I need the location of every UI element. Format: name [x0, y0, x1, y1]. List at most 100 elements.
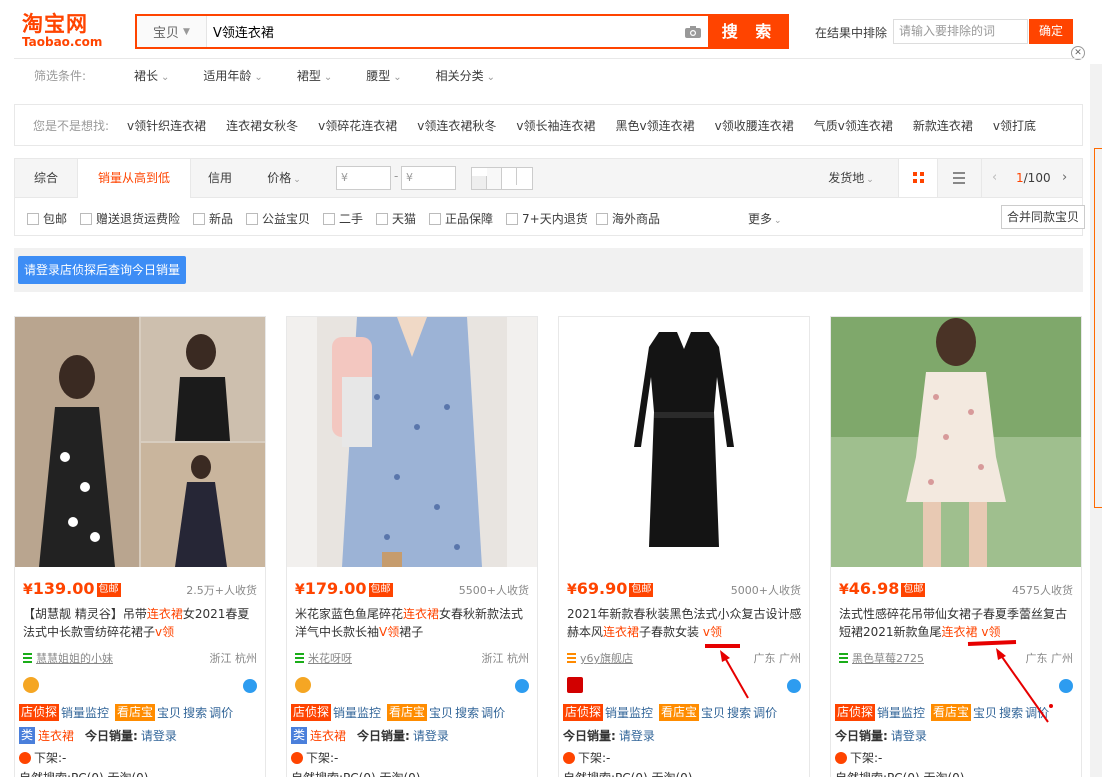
check-second-hand[interactable]: 二手 [323, 210, 363, 227]
product-image[interactable] [287, 317, 537, 567]
product-title[interactable]: 米花家蓝色鱼尾碎花连衣裙女春秋新款法式洋气中长款长袖V领裙子 [295, 605, 531, 641]
pager-text: 1/100 [1016, 171, 1051, 185]
filter-waist[interactable]: 腰型 ⌄ [366, 67, 401, 84]
product-card[interactable]: ¥69.90 包邮 5000+人收货 2021年新款春秋装黑色法式小众复古设计感赫… [558, 316, 810, 777]
suggestion-item[interactable]: v领碎花连衣裙 [318, 117, 397, 134]
kandianbao-tag[interactable]: 看店宝 [659, 704, 700, 721]
suggestion-item[interactable]: v领连衣裙秋冬 [417, 117, 496, 134]
offline-row: 下架:- [835, 749, 882, 766]
check-charity[interactable]: 公益宝贝 [246, 210, 310, 227]
check-genuine[interactable]: 正品保障 [429, 210, 493, 227]
price-range-slider[interactable] [471, 167, 533, 190]
location: 广东 广州 [1025, 652, 1074, 665]
chevron-left-icon[interactable]: ‹ [992, 170, 997, 185]
search-input[interactable] [207, 16, 678, 47]
natural-search-row: 自然搜索:PC(0) 无淘(0) [19, 769, 148, 777]
free-shipping-badge: 包邮 [901, 583, 926, 597]
check-7day-return[interactable]: 7+天内退货 [506, 210, 588, 227]
tool-row: 店侦探 销量监控 看店宝 宝贝 搜索 调价 [835, 704, 1050, 721]
search-type-select[interactable]: 宝贝 ▼ [137, 16, 207, 47]
suggestion-item[interactable]: 新款连衣裙 [913, 117, 973, 134]
wangwang-icon[interactable] [243, 679, 257, 693]
grid-view-icon[interactable] [898, 159, 938, 197]
dianzhentan-tag[interactable]: 店侦探 [563, 704, 604, 721]
dianzhentan-tag[interactable]: 店侦探 [19, 704, 60, 721]
check-new[interactable]: 新品 [193, 210, 233, 227]
shop-icon [567, 653, 576, 663]
search-button[interactable]: 搜 索 [710, 14, 789, 49]
suggestion-item[interactable]: v领打底 [993, 117, 1036, 134]
camera-icon[interactable] [678, 25, 708, 39]
chevron-right-icon[interactable]: › [1062, 170, 1067, 185]
exclude-confirm-button[interactable]: 确定 [1029, 19, 1073, 44]
product-title[interactable]: 法式性感碎花吊带仙女裙子春夏季蕾丝复古短裙2021新款鱼尾连衣裙 v领 [839, 605, 1075, 641]
product-price: ¥46.98 包邮 [839, 579, 926, 598]
crown-badge-icon [295, 677, 311, 693]
product-card[interactable]: ¥179.00 包邮 5500+人收货 米花家蓝色鱼尾碎花连衣裙女春秋新款法式洋气… [286, 316, 538, 777]
kandianbao-tag[interactable]: 看店宝 [387, 704, 428, 721]
product-card[interactable]: ¥139.00 包邮 2.5万+人收货 【胡慧靓 精灵谷】吊带连衣裙女2021春夏… [14, 316, 266, 777]
clock-icon [19, 751, 31, 764]
shop-name[interactable]: y6y旗舰店 [567, 650, 633, 666]
wangwang-icon[interactable] [1059, 679, 1073, 693]
chevron-down-icon: ⌄ [323, 72, 333, 83]
check-return-insurance[interactable]: 赠送退货运费险 [80, 210, 180, 227]
tab-default[interactable]: 综合 [15, 159, 77, 197]
merge-same-button[interactable]: 合并同款宝贝 [1001, 205, 1085, 229]
tab-credit[interactable]: 信用 [191, 159, 249, 197]
clock-icon [291, 751, 303, 764]
check-tmall[interactable]: 天猫 [376, 210, 416, 227]
tab-sales[interactable]: 销量从高到低 [77, 159, 191, 198]
more-button[interactable]: 更多 ⌄ [748, 210, 782, 227]
filter-skirt-length[interactable]: 裙长 ⌄ [134, 67, 169, 84]
tool-row: 店侦探 销量监控 看店宝 宝贝 搜索 调价 [563, 704, 778, 721]
shop-icon [839, 653, 848, 663]
product-image[interactable] [831, 317, 1081, 567]
search-type-label: 宝贝 [153, 26, 180, 41]
exclude-input[interactable]: 请输入要排除的词 [893, 19, 1028, 44]
shop-name[interactable]: 黑色草莓2725 [839, 650, 924, 666]
filter-skirt-type[interactable]: 裙型 ⌄ [297, 67, 332, 84]
taobao-logo[interactable]: 淘宝网 Taobao.com [22, 12, 112, 50]
filter-category[interactable]: 相关分类 ⌄ [436, 67, 495, 84]
free-shipping-badge: 包邮 [629, 583, 654, 597]
dianzhentan-tag[interactable]: 店侦探 [291, 704, 332, 721]
shop-name[interactable]: 米花呀呀 [295, 650, 352, 666]
suggestion-bar: 您是不是想找: v领针织连衣裙 连衣裙女秋冬 v领碎花连衣裙 v领连衣裙秋冬 v… [14, 104, 1083, 146]
suggestion-item[interactable]: v领针织连衣裙 [127, 117, 206, 134]
wangwang-icon[interactable] [515, 679, 529, 693]
product-title[interactable]: 2021年新款春秋装黑色法式小众复古设计感赫本风连衣裙子春款女装 v领 [567, 605, 803, 641]
suggestion-item[interactable]: v领收腰连衣裙 [715, 117, 794, 134]
wangwang-icon[interactable] [787, 679, 801, 693]
suggestion-label: 您是不是想找: [33, 118, 110, 133]
list-view-icon[interactable] [939, 159, 979, 197]
product-title[interactable]: 【胡慧靓 精灵谷】吊带连衣裙女2021春夏法式中长款雪纺碎花裙子v领 [23, 605, 259, 641]
suggestion-item[interactable]: 黑色v领连衣裙 [616, 117, 695, 134]
product-image[interactable] [559, 317, 809, 567]
sales-monitor-link[interactable]: 销量监控 [605, 704, 653, 721]
login-button[interactable]: 请登录店侦探后查询今日销量 [18, 256, 186, 284]
dianzhentan-tag[interactable]: 店侦探 [835, 704, 876, 721]
sales-monitor-link[interactable]: 销量监控 [877, 704, 925, 721]
suggestion-item[interactable]: 连衣裙女秋冬 [226, 117, 298, 134]
price-dash: - [394, 169, 399, 183]
check-free-shipping[interactable]: 包邮 [27, 210, 67, 227]
sales-monitor-link[interactable]: 销量监控 [333, 704, 381, 721]
kandianbao-tag[interactable]: 看店宝 [115, 704, 156, 721]
suggestion-item[interactable]: v领长袖连衣裙 [516, 117, 595, 134]
kandianbao-tag[interactable]: 看店宝 [931, 704, 972, 721]
sold-count: 5000+人收货 [730, 584, 801, 597]
free-shipping-badge: 包邮 [368, 583, 393, 597]
shop-name[interactable]: 慧慧姐姐的小妹 [23, 650, 113, 666]
category-row: 今日销量: 请登录 [563, 729, 655, 743]
product-card[interactable]: ¥46.98 包邮 4575人收货 法式性感碎花吊带仙女裙子春夏季蕾丝复古短裙20… [830, 316, 1082, 777]
filter-age[interactable]: 适用年龄 ⌄ [203, 67, 262, 84]
product-image[interactable] [15, 317, 265, 567]
price-max-input[interactable]: ¥ [401, 166, 456, 190]
price-min-input[interactable]: ¥ [336, 166, 391, 190]
suggestion-item[interactable]: 气质v领连衣裙 [814, 117, 893, 134]
check-overseas[interactable]: 海外商品 [596, 210, 660, 227]
ship-from-dropdown[interactable]: 发货地 ⌄ [821, 159, 881, 197]
tab-price[interactable]: 价格 ⌄ [259, 159, 309, 197]
sales-monitor-link[interactable]: 销量监控 [61, 704, 109, 721]
